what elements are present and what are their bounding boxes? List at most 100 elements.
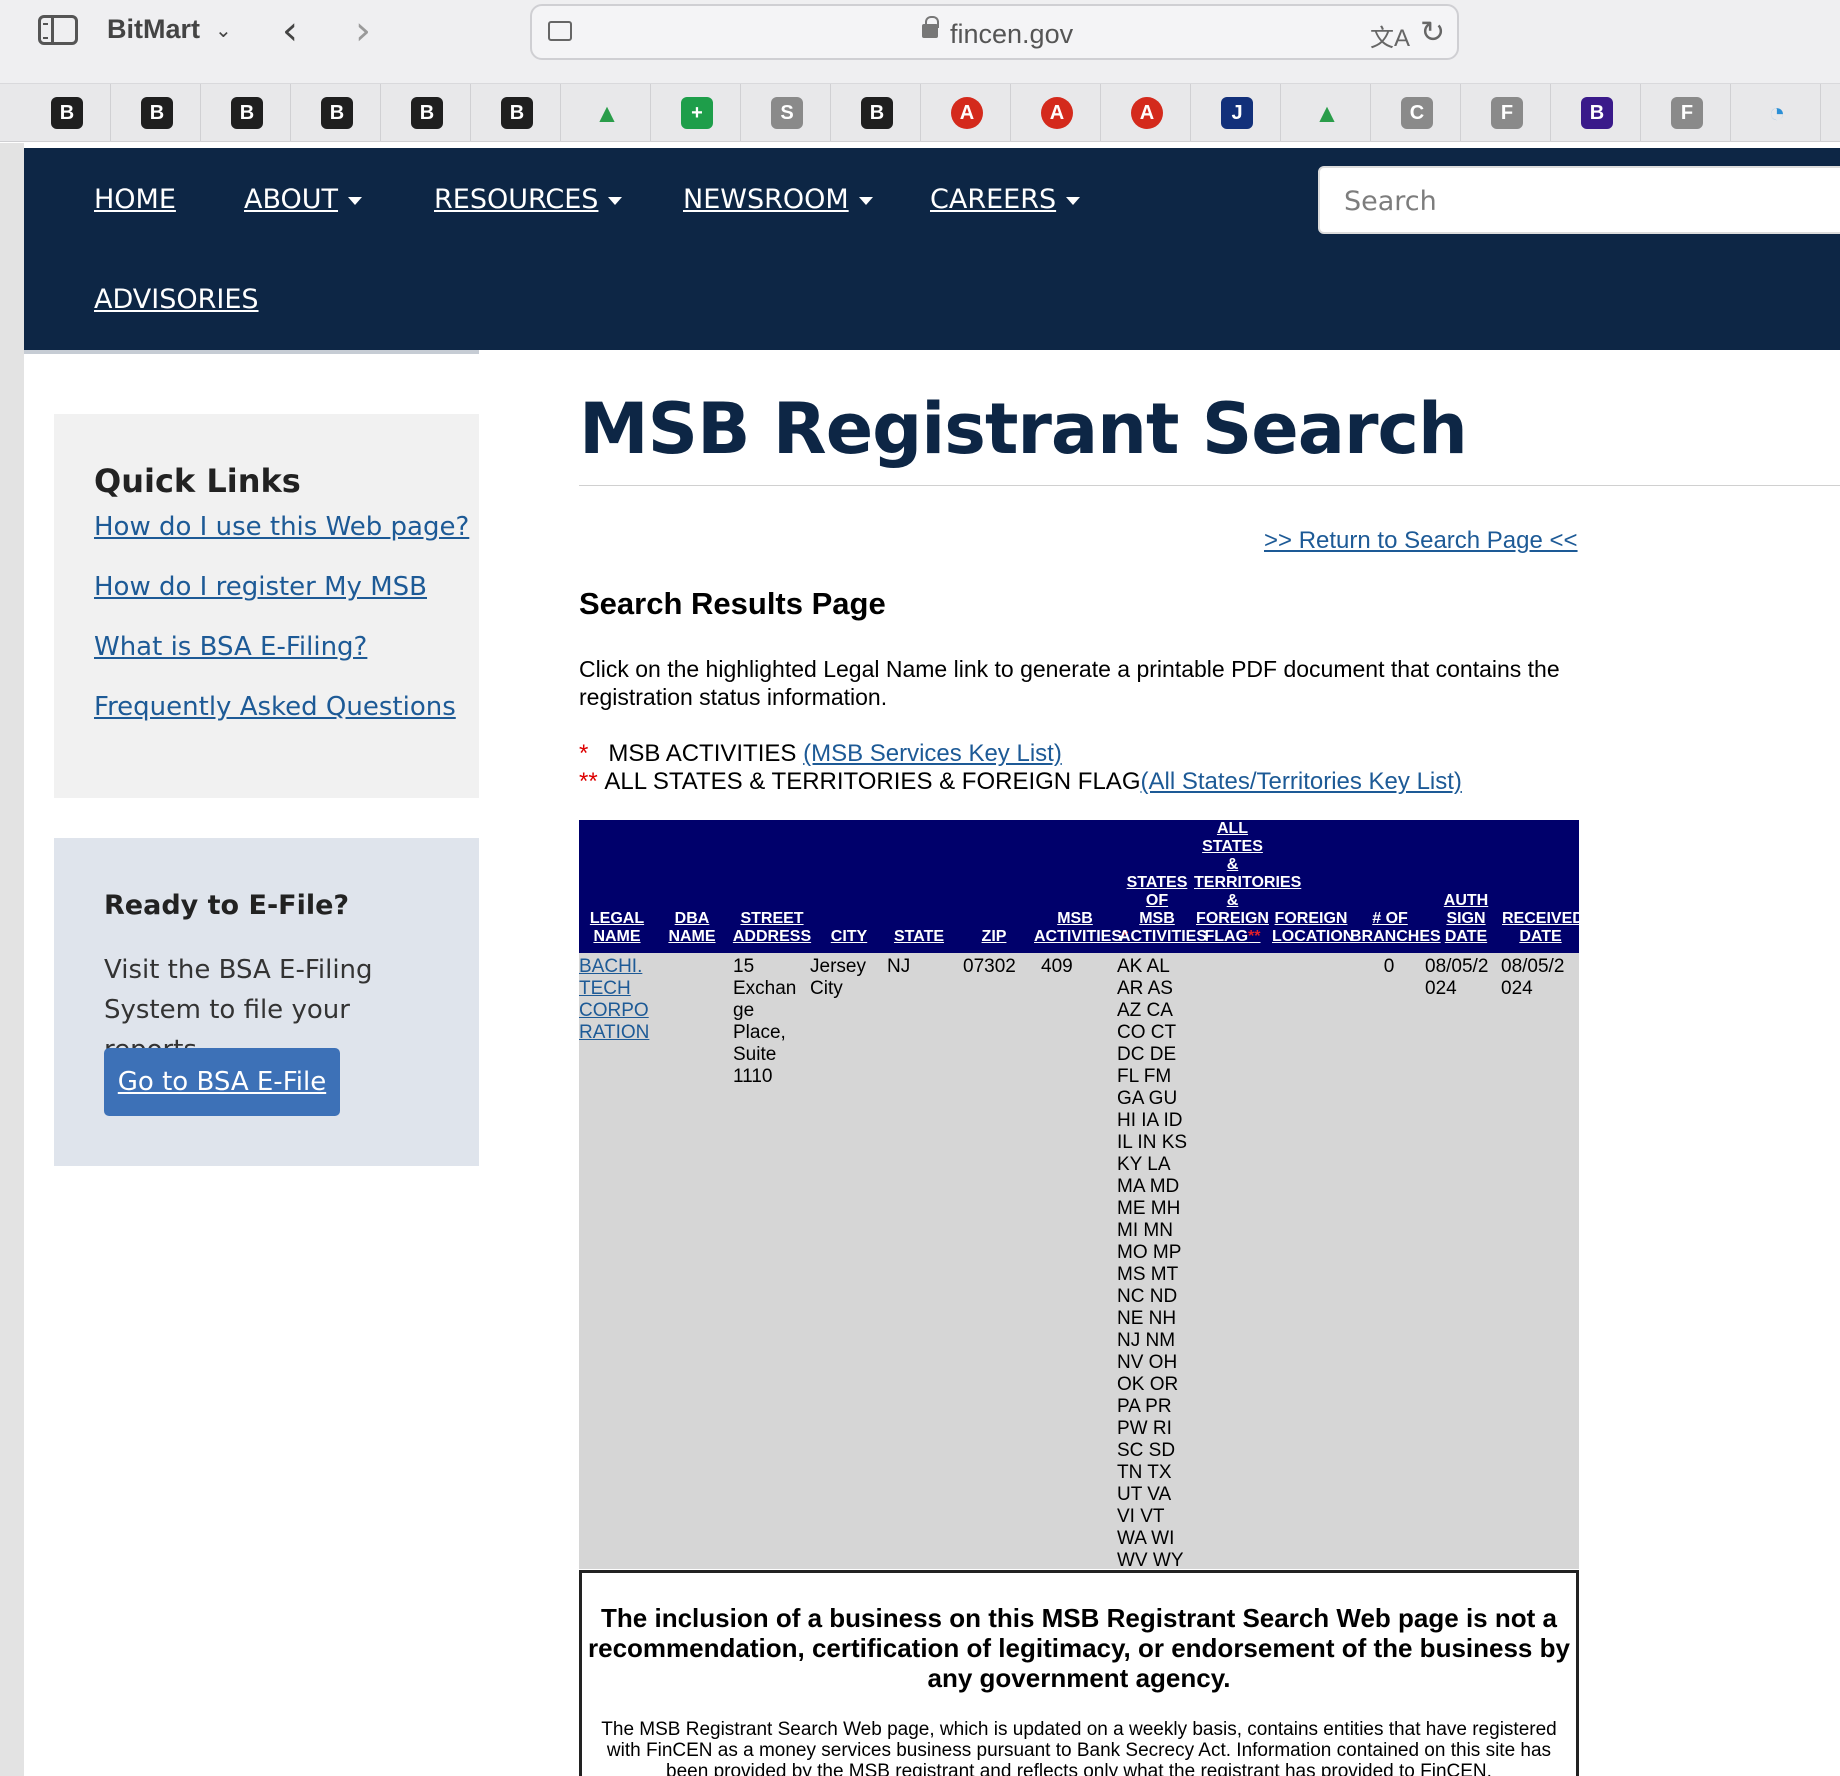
bitmart-icon: B bbox=[51, 97, 83, 129]
key-marker: * bbox=[579, 740, 589, 767]
col-header-zip[interactable]: ZIP bbox=[974, 928, 1014, 946]
disclaimer-box: The inclusion of a business on this MSB … bbox=[579, 1570, 1579, 1776]
col-header-received-date[interactable]: RECEIVED DATE bbox=[1502, 910, 1584, 946]
nav-resources[interactable]: RESOURCES bbox=[434, 184, 623, 215]
msb-services-key-link[interactable]: (MSB Services Key List) bbox=[803, 740, 1062, 767]
bitmart-icon: B bbox=[411, 97, 443, 129]
col-header-street[interactable]: STREET ADDRESS bbox=[731, 910, 813, 946]
nav-about[interactable]: ABOUT bbox=[244, 184, 363, 215]
nav-home[interactable]: HOME bbox=[94, 184, 176, 215]
bookmark-item[interactable]: B bbox=[831, 84, 921, 142]
reload-icon[interactable]: ↻ bbox=[1420, 15, 1445, 50]
site-search-input[interactable]: Search bbox=[1318, 166, 1840, 234]
quick-link-register-msb[interactable]: How do I register My MSB bbox=[94, 572, 427, 602]
disclaimer-heading: The inclusion of a business on this MSB … bbox=[588, 1603, 1570, 1693]
col-header-branches[interactable]: # OF BRANCHES bbox=[1350, 910, 1441, 946]
states-territories-key-link[interactable]: (All States/Territories Key List) bbox=[1140, 768, 1461, 795]
bookmark-item[interactable]: J bbox=[1191, 84, 1281, 142]
cell-state: NJ bbox=[887, 956, 911, 977]
col-header-all-states[interactable]: ALL STATES & TERRITORIES & FOREIGN FLAG*… bbox=[1194, 820, 1301, 946]
bookmark-item[interactable]: B bbox=[21, 84, 111, 142]
cell-auth-sign-date: 08/05/2 024 bbox=[1425, 956, 1489, 999]
bookmark-item[interactable]: B bbox=[111, 84, 201, 142]
caret-down-icon bbox=[608, 196, 623, 205]
b-purple-icon: B bbox=[1581, 97, 1613, 129]
cell-zip: 07302 bbox=[963, 956, 1016, 977]
a-circle-icon: A bbox=[951, 97, 983, 129]
bookmark-item[interactable]: ◔ bbox=[1731, 84, 1821, 142]
legal-name-link[interactable]: BACHI. TECH CORPO RATION bbox=[579, 956, 649, 1044]
bitmart-icon: B bbox=[231, 97, 263, 129]
col-header-states-of-msb[interactable]: STATES OF MSB ACTIVITIES bbox=[1119, 874, 1207, 946]
bookmark-item[interactable]: F bbox=[1641, 84, 1731, 142]
key-label: MSB ACTIVITIES bbox=[608, 740, 797, 767]
nav-newsroom[interactable]: NEWSROOM bbox=[683, 184, 873, 215]
back-icon[interactable]: ‹ bbox=[282, 8, 298, 54]
google-drive-icon: ▲ bbox=[591, 97, 623, 129]
nav-careers-label: CAREERS bbox=[930, 184, 1057, 215]
return-to-search-link[interactable]: >> Return to Search Page << bbox=[1264, 527, 1578, 555]
nav-careers[interactable]: CAREERS bbox=[930, 184, 1081, 215]
go-to-efile-button[interactable]: Go to BSA E-File bbox=[104, 1048, 340, 1116]
caret-down-icon bbox=[1066, 196, 1081, 205]
results-heading: Search Results Page bbox=[579, 586, 886, 621]
quick-link-use-page[interactable]: How do I use this Web page? bbox=[94, 512, 469, 542]
f-letter-icon: F bbox=[1491, 97, 1523, 129]
col-header-marker: ** bbox=[1248, 928, 1261, 945]
col-header-msb-activities[interactable]: MSB ACTIVITIES* bbox=[1034, 910, 1128, 946]
bitmart-icon: B bbox=[141, 97, 173, 129]
col-header-state[interactable]: STATE bbox=[889, 928, 949, 946]
s-letter-icon: S bbox=[771, 97, 803, 129]
bookmark-item[interactable]: + bbox=[651, 84, 741, 142]
chevron-down-icon[interactable]: ⌄ bbox=[215, 18, 232, 43]
divider bbox=[24, 350, 479, 354]
spiral-logo-icon: ◔ bbox=[1761, 97, 1793, 129]
quick-link-faq[interactable]: Frequently Asked Questions bbox=[94, 692, 456, 722]
col-header-foreign-location[interactable]: FOREIGN LOCATION bbox=[1272, 910, 1354, 946]
bookmark-item[interactable]: B bbox=[291, 84, 381, 142]
bookmark-item[interactable]: B bbox=[201, 84, 291, 142]
address-bar[interactable]: fincen.gov 文A ↻ bbox=[530, 4, 1459, 60]
translate-icon[interactable]: 文A bbox=[1370, 18, 1410, 53]
results-table-header: LEGAL NAME DBA NAME STREET ADDRESS CITY … bbox=[579, 820, 1584, 953]
search-placeholder: Search bbox=[1344, 186, 1437, 217]
bookmark-item[interactable]: S bbox=[741, 84, 831, 142]
bookmark-item[interactable]: B bbox=[381, 84, 471, 142]
states-key: ** ALL STATES & TERRITORIES & FOREIGN FL… bbox=[579, 768, 1462, 796]
bookmark-item[interactable]: B bbox=[471, 84, 561, 142]
bitmart-icon: B bbox=[321, 97, 353, 129]
bookmarks-bar: B B B B B B ▲ + S B A A A J ▲ C F B F ◔ bbox=[0, 84, 1840, 142]
url-text[interactable]: fincen.gov bbox=[950, 19, 1073, 50]
bookmark-item[interactable]: F bbox=[1461, 84, 1551, 142]
bitmart-icon: B bbox=[501, 97, 533, 129]
col-header-auth-sign-date[interactable]: AUTH SIGN DATE bbox=[1430, 892, 1502, 946]
cell-branches: 0 bbox=[1383, 956, 1395, 977]
quick-link-bsa-efiling[interactable]: What is BSA E-Filing? bbox=[94, 632, 367, 662]
bookmark-item[interactable]: ▲ bbox=[561, 84, 651, 142]
cell-street: 15 Exchan ge Place, Suite 1110 bbox=[733, 956, 797, 1087]
nav-about-label: ABOUT bbox=[244, 184, 339, 215]
bookmark-item[interactable]: A bbox=[1011, 84, 1101, 142]
a-circle-icon: A bbox=[1131, 97, 1163, 129]
bookmark-item[interactable]: A bbox=[921, 84, 1011, 142]
google-sheets-plus-icon: + bbox=[681, 97, 713, 129]
col-header-dba-name[interactable]: DBA NAME bbox=[667, 910, 717, 946]
profile-name[interactable]: BitMart bbox=[107, 14, 200, 45]
sidebar-toggle-icon[interactable] bbox=[38, 15, 78, 45]
col-header-city[interactable]: CITY bbox=[824, 928, 874, 946]
bookmark-item[interactable]: B bbox=[1551, 84, 1641, 142]
bookmark-item[interactable]: ▲ bbox=[1281, 84, 1371, 142]
bookmark-item[interactable]: A bbox=[1101, 84, 1191, 142]
efile-panel: Ready to E-File? Visit the BSA E-Filing … bbox=[54, 838, 479, 1166]
cell-states-of-msb: AK AL AR AS AZ CA CO CT DC DE FL FM GA G… bbox=[1117, 956, 1188, 1571]
bookmark-item[interactable]: C bbox=[1371, 84, 1461, 142]
nav-newsroom-label: NEWSROOM bbox=[683, 184, 849, 215]
table-row: BACHI. TECH CORPO RATION 15 Exchan ge Pl… bbox=[579, 953, 1579, 1571]
page-menu-icon[interactable] bbox=[548, 21, 572, 41]
forward-icon[interactable]: › bbox=[355, 8, 371, 54]
cell-msb-activities: 409 bbox=[1041, 956, 1073, 977]
msb-activities-key: * MSB ACTIVITIES (MSB Services Key List) bbox=[579, 740, 1062, 768]
page-edge bbox=[0, 143, 24, 1776]
col-header-legal-name[interactable]: LEGAL NAME bbox=[589, 910, 645, 946]
nav-advisories[interactable]: ADVISORIES bbox=[94, 284, 259, 315]
